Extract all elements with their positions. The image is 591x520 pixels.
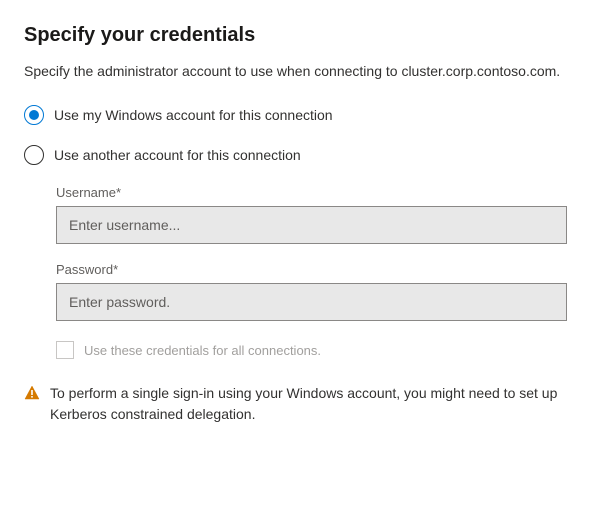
- radio-dot-icon: [29, 110, 39, 120]
- password-input[interactable]: [56, 283, 567, 321]
- radio-use-another-account[interactable]: Use another account for this connection: [24, 145, 567, 165]
- radio-use-windows-account[interactable]: Use my Windows account for this connecti…: [24, 105, 567, 125]
- page-title: Specify your credentials: [24, 24, 567, 47]
- username-label: Username*: [56, 185, 567, 200]
- warning-message: To perform a single sign-in using your W…: [24, 383, 567, 425]
- radio-circle-icon: [24, 145, 44, 165]
- page-description: Specify the administrator account to use…: [24, 61, 567, 81]
- checkbox-box-icon: [56, 341, 74, 359]
- username-input[interactable]: [56, 206, 567, 244]
- username-field-group: Username*: [56, 185, 567, 244]
- password-label: Password*: [56, 262, 567, 277]
- password-field-group: Password*: [56, 262, 567, 321]
- radio-use-windows-label: Use my Windows account for this connecti…: [54, 107, 333, 123]
- radio-use-another-label: Use another account for this connection: [54, 147, 301, 163]
- use-for-all-checkbox-row[interactable]: Use these credentials for all connection…: [56, 341, 567, 359]
- use-for-all-checkbox-label: Use these credentials for all connection…: [84, 343, 321, 358]
- radio-circle-icon: [24, 105, 44, 125]
- warning-text: To perform a single sign-in using your W…: [50, 383, 567, 425]
- credentials-form: Username* Password* Use these credential…: [56, 185, 567, 359]
- warning-icon: [24, 383, 40, 404]
